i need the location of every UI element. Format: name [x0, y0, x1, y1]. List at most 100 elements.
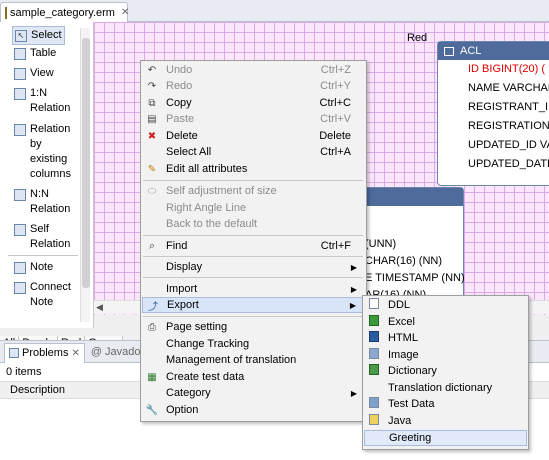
palette-item-self-relation[interactable]: Self Relation: [14, 222, 74, 252]
menu-item-export[interactable]: ⤴ Export ▶: [142, 297, 365, 313]
palette-scrollbar[interactable]: [80, 28, 90, 322]
palette-item-relation-by-existing-columns[interactable]: Relation by existing columns: [14, 122, 74, 182]
editor-tab[interactable]: sample_category.erm ✕: [0, 2, 129, 22]
submenu-item-image[interactable]: Image: [364, 347, 527, 363]
menu-label: Excel: [388, 316, 415, 328]
submenu-item-ddl[interactable]: DDL: [364, 297, 527, 313]
menu-shortcut: Ctrl+C: [319, 97, 351, 109]
table-icon: [14, 48, 26, 60]
menu-label: Undo: [166, 64, 193, 76]
menu-label: Back to the default: [166, 218, 258, 230]
close-icon[interactable]: ✕: [71, 348, 79, 359]
menu-label: Find: [166, 240, 188, 252]
tab-label: Problems: [22, 347, 69, 359]
table-column: ID BIGINT(20) (: [468, 63, 546, 75]
copy-icon: ⧉: [148, 97, 156, 109]
menu-item-back-to-default[interactable]: Back to the default: [142, 216, 365, 232]
dictionary-icon: [364, 364, 384, 378]
submenu-item-translation-dictionary[interactable]: Translation dictionary: [364, 380, 527, 396]
palette-item-label: N:N Relation: [30, 188, 71, 215]
menu-label: Export: [167, 299, 199, 311]
category-label: Red: [407, 32, 428, 44]
close-icon[interactable]: ✕: [121, 7, 129, 18]
note-icon: [14, 262, 26, 274]
scroll-left-icon[interactable]: ◀: [96, 302, 103, 313]
menu-label: Self adjustment of size: [166, 185, 277, 197]
delete-icon: ✖: [147, 130, 157, 142]
submenu-item-java[interactable]: Java: [364, 413, 527, 429]
menu-item-copy[interactable]: ⧉ Copy Ctrl+C: [142, 95, 365, 111]
menu-label: Copy: [166, 97, 192, 109]
menu-item-paste[interactable]: ▤ Paste Ctrl+V: [142, 111, 365, 127]
palette-item-note[interactable]: Note: [14, 260, 53, 275]
menu-item-undo[interactable]: ↶ Undo Ctrl+Z: [142, 62, 365, 78]
menu-label: Change Tracking: [166, 338, 250, 350]
undo-icon: ↶: [147, 64, 157, 76]
palette-item-view[interactable]: View: [14, 66, 54, 81]
html-icon: [364, 331, 384, 345]
menu-item-create-test-data[interactable]: ▦ Create test data: [142, 369, 365, 385]
menu-label: Display: [166, 261, 203, 273]
table-column: UPDATED_DATE: [468, 158, 549, 170]
menu-label: Java: [388, 415, 412, 427]
relation-columns-icon: [14, 124, 26, 136]
palette-item-label: Relation by existing columns: [30, 123, 71, 180]
menu-item-import[interactable]: Import ▶: [142, 281, 365, 297]
many-relation-icon: [14, 189, 26, 201]
menu-item-self-adjustment-of-size[interactable]: ⬭ Self adjustment of size: [142, 183, 365, 199]
menu-label: Page setting: [166, 321, 228, 333]
menu-label: Test Data: [388, 398, 435, 410]
menu-label: Management of translation: [166, 354, 297, 366]
table-entity-acl[interactable]: ACL ID BIGINT(20) ( NAME VARCHAR REGISTR…: [437, 41, 549, 186]
menu-label: Edit all attributes: [166, 163, 248, 175]
menu-label: Category: [166, 387, 211, 399]
palette-item-one-to-n-relation[interactable]: 1:N Relation: [14, 86, 74, 116]
menu-item-display[interactable]: Display ▶: [142, 259, 365, 275]
excel-icon: [364, 315, 384, 329]
binoculars-icon: ⌕: [148, 239, 156, 252]
submenu-item-html[interactable]: HTML: [364, 330, 527, 346]
menu-label: Create test data: [166, 371, 245, 383]
self-relation-icon: [14, 224, 26, 236]
menu-item-management-of-translation[interactable]: Management of translation: [142, 352, 365, 368]
menu-item-page-setting[interactable]: ⎙ Page setting: [142, 319, 365, 335]
menu-item-change-tracking[interactable]: Change Tracking: [142, 336, 365, 352]
at-icon: @: [90, 345, 103, 358]
printer-icon: ⎙: [148, 321, 156, 333]
menu-divider: [143, 180, 363, 181]
menu-item-option[interactable]: 🔧 Option: [142, 402, 365, 418]
tab-problems[interactable]: Problems ✕: [4, 342, 85, 363]
palette-item-label: Select: [31, 29, 62, 41]
menu-item-category[interactable]: Category ▶: [142, 385, 365, 401]
menu-label: Delete: [166, 130, 198, 142]
palette-item-select[interactable]: ↖ Select: [12, 26, 65, 45]
scroll-thumb[interactable]: [82, 38, 90, 288]
editor-tab-title: sample_category.erm: [10, 6, 115, 19]
submenu-item-dictionary[interactable]: Dictionary: [364, 363, 527, 379]
wrench-icon: 🔧: [145, 404, 159, 416]
menu-divider: [143, 277, 363, 278]
relation-icon: [14, 88, 26, 100]
submenu-item-greeting[interactable]: Greeting: [364, 430, 527, 446]
menu-item-edit-all-attributes[interactable]: ✎ Edit all attributes: [142, 161, 365, 177]
menu-item-find[interactable]: ⌕ Find Ctrl+F: [142, 238, 365, 254]
menu-item-delete[interactable]: ✖ Delete Delete: [142, 128, 365, 144]
palette-item-table[interactable]: Table: [14, 46, 56, 61]
tab-javadoc[interactable]: @ Javadoc: [91, 346, 146, 358]
submenu-item-excel[interactable]: Excel: [364, 314, 527, 330]
paste-icon: ▤: [147, 113, 157, 125]
menu-label: Import: [166, 283, 198, 295]
menu-label: Paste: [166, 113, 195, 125]
view-icon: [14, 68, 26, 80]
menu-shortcut: Ctrl+F: [320, 240, 351, 252]
table-header: ACL: [438, 42, 549, 60]
connect-note-icon: [14, 282, 26, 294]
submenu-item-test-data[interactable]: Test Data: [364, 396, 527, 412]
menu-item-select-all[interactable]: Select All Ctrl+A: [142, 144, 365, 160]
menu-shortcut: Delete: [319, 130, 351, 142]
palette-item-connect-note[interactable]: Connect Note: [14, 280, 74, 310]
menu-item-right-angle-line[interactable]: Right Angle Line: [142, 200, 365, 216]
palette-item-n-to-n-relation[interactable]: N:N Relation: [14, 187, 74, 217]
menu-label: Image: [388, 349, 419, 361]
menu-item-redo[interactable]: ↷ Redo Ctrl+Y: [142, 78, 365, 94]
